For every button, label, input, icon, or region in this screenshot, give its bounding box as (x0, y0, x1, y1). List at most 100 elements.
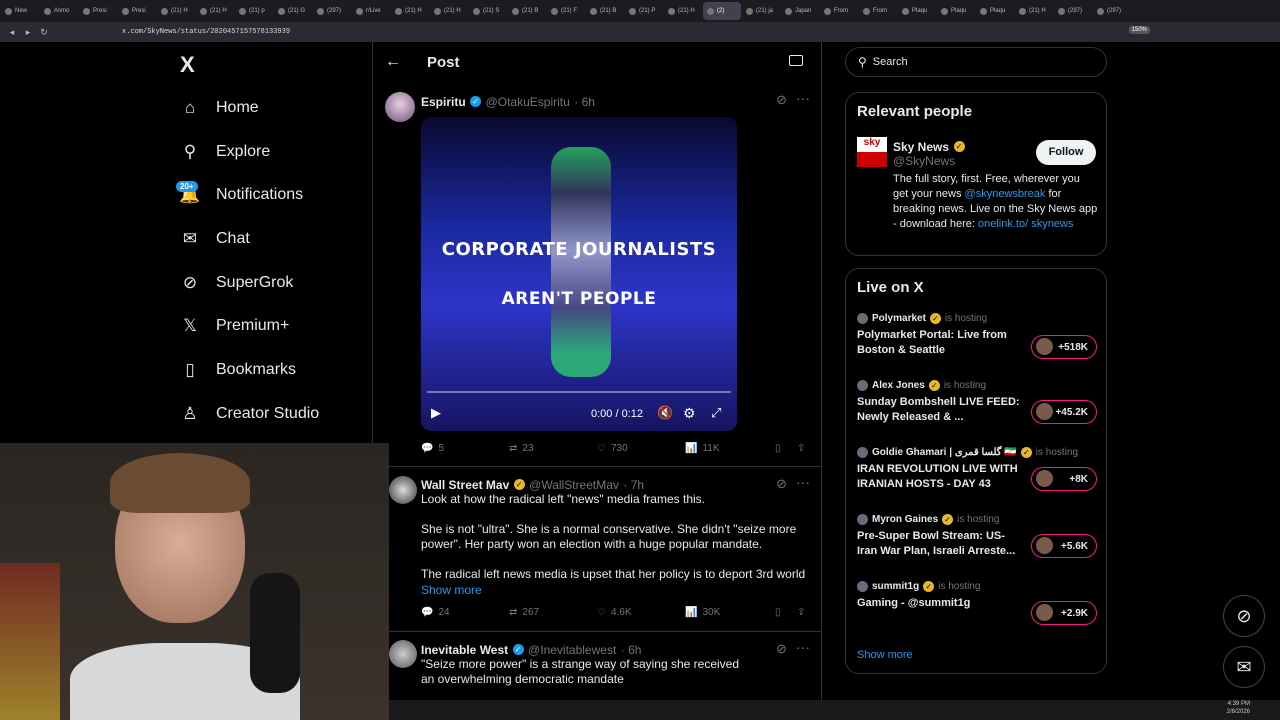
url-field[interactable]: x.com/SkyNews/status/2020457157578133939 (122, 28, 290, 36)
browser-tab[interactable]: (21) F (547, 2, 585, 20)
reload-icon[interactable]: ↻ (36, 24, 52, 40)
browser-tab[interactable]: (21) H (1015, 2, 1053, 20)
like-button[interactable]: ♡ 730 (597, 443, 628, 454)
sidebar-item-home[interactable]: ⌂ Home (180, 92, 259, 124)
sidebar-item-premium-[interactable]: 𝕏 Premium+ (180, 310, 289, 342)
show-more-link[interactable]: Show more (857, 649, 913, 661)
author-handle[interactable]: @OtakuEspiritu (486, 95, 570, 109)
host-name[interactable]: Alex Jones (872, 380, 925, 391)
author-name[interactable]: Inevitable West (421, 643, 508, 657)
zoom-badge[interactable]: 150% (1128, 26, 1150, 34)
browser-tab[interactable]: From (859, 2, 897, 20)
host-name[interactable]: Myron Gaines (872, 514, 938, 525)
browser-tab[interactable]: (21) H (664, 2, 702, 20)
live-item[interactable]: Goldie Ghamari | گلسا قمری 🇮🇷 ✓ is hosting… (857, 447, 1097, 492)
tweet-time[interactable]: · 6h (574, 95, 595, 109)
more-icon[interactable]: ··· (796, 639, 810, 655)
browser-tab[interactable]: r/Live (352, 2, 390, 20)
sidebar-item-explore[interactable]: ⚲ Explore (180, 136, 270, 168)
share-icon[interactable]: ⇪ (797, 443, 805, 454)
more-icon[interactable]: ··· (796, 90, 810, 106)
live-item[interactable]: Alex Jones ✓ is hosting Sunday Bombshell LI… (857, 380, 1097, 425)
forward-nav-icon[interactable]: ▸ (20, 24, 36, 40)
browser-tab[interactable]: (297) (1054, 2, 1092, 20)
bio-url-link[interactable]: onelink.to/ skynews (978, 218, 1073, 230)
browser-tab[interactable]: From (820, 2, 858, 20)
sidebar-item-notifications[interactable]: 🔔 Notifications (179, 179, 303, 211)
settings-icon[interactable]: ⚙ (683, 405, 696, 422)
search-box[interactable]: ⚲ Search (845, 47, 1107, 77)
browser-tab[interactable]: (21) H (430, 2, 468, 20)
browser-tab[interactable]: (21) B (586, 2, 624, 20)
account-handle[interactable]: @SkyNews (893, 154, 955, 168)
messages-fab-icon[interactable]: ✉ (1223, 646, 1265, 688)
listener-count-pill[interactable]: +45.2K (1031, 400, 1097, 424)
like-button[interactable]: ♡ 4.6K (597, 607, 632, 618)
grok-icon[interactable]: ⊘ (776, 641, 787, 657)
browser-tab[interactable]: Presi (118, 2, 156, 20)
x-logo[interactable]: X (180, 52, 195, 78)
browser-tab[interactable]: (21) ja (742, 2, 780, 20)
fullscreen-icon[interactable]: ⤢ (711, 405, 721, 421)
author-handle[interactable]: @WallStreetMav (529, 478, 619, 492)
views-button[interactable]: 📊 30K (685, 607, 720, 618)
show-more-link[interactable]: Show more (421, 583, 482, 597)
sidebar-item-creator-studio[interactable]: ♙ Creator Studio (180, 398, 319, 430)
reply-button[interactable]: 💬 24 (421, 607, 450, 618)
browser-tab[interactable]: (21) H (196, 2, 234, 20)
mute-icon[interactable]: 🔇 (657, 405, 673, 421)
host-name[interactable]: Polymarket (872, 313, 926, 324)
browser-tab[interactable]: (21) S (469, 2, 507, 20)
account-name[interactable]: Sky News (893, 140, 949, 154)
sidebar-item-supergrok[interactable]: ⊘ SuperGrok (180, 267, 294, 299)
browser-tab[interactable]: (21) p (235, 2, 273, 20)
browser-tab[interactable]: Presi (79, 2, 117, 20)
back-nav-icon[interactable]: ◂ (4, 24, 20, 40)
tweet-time[interactable]: · 6h (621, 643, 642, 657)
browser-tab[interactable]: Plaqu (937, 2, 975, 20)
browser-tab[interactable]: Plaqu (898, 2, 936, 20)
browser-tab[interactable]: (21) G (274, 2, 312, 20)
browser-tab[interactable]: (21) P (625, 2, 663, 20)
author-handle[interactable]: @Inevitablewest (528, 643, 616, 657)
grok-fab-icon[interactable]: ⊘ (1223, 595, 1265, 637)
browser-tab[interactable]: New (1, 2, 39, 20)
back-arrow-icon[interactable]: ← (385, 53, 401, 71)
bio-mention-link[interactable]: @skynewsbreak (965, 188, 1046, 200)
repost-button[interactable]: ⇄ 267 (509, 607, 539, 618)
listener-count-pill[interactable]: +518K (1031, 335, 1097, 359)
browser-tab[interactable]: Plaqu (976, 2, 1014, 20)
sidebar-item-bookmarks[interactable]: ▯ Bookmarks (180, 354, 296, 386)
live-item[interactable]: Myron Gaines ✓ is hosting Pre-Super Bowl St… (857, 514, 1097, 559)
author-name[interactable]: Wall Street Mav (421, 478, 509, 492)
listener-count-pill[interactable]: +5.6K (1031, 534, 1097, 558)
browser-tab[interactable]: Japan (781, 2, 819, 20)
browser-tab[interactable]: (21) H (391, 2, 429, 20)
share-icon[interactable]: ⇪ (797, 607, 805, 618)
grok-icon[interactable]: ⊘ (776, 92, 787, 108)
views-button[interactable]: 📊 11K (685, 443, 720, 454)
follow-button[interactable]: Follow (1036, 140, 1096, 165)
tweet-time[interactable]: · 7h (623, 478, 644, 492)
repost-button[interactable]: ⇄ 23 (509, 443, 534, 454)
sidebar-item-chat[interactable]: ✉ Chat (180, 223, 250, 255)
host-name[interactable]: Goldie Ghamari | گلسا قمری 🇮🇷 (872, 447, 1017, 458)
play-icon[interactable]: ▶ (431, 405, 441, 421)
bookmark-icon[interactable]: ▯ (775, 443, 781, 454)
video-progress-track[interactable] (427, 391, 731, 393)
browser-tab[interactable]: (297) (1093, 2, 1131, 20)
more-icon[interactable]: ··· (796, 474, 810, 490)
avatar[interactable] (385, 92, 415, 122)
author-name[interactable]: Espiritu (421, 95, 466, 109)
listener-count-pill[interactable]: +8K (1031, 467, 1097, 491)
host-name[interactable]: summit1g (872, 581, 919, 592)
avatar[interactable] (389, 640, 417, 668)
live-item[interactable]: Polymarket ✓ is hosting Polymarket Portal: … (857, 313, 1097, 359)
grok-icon[interactable]: ⊘ (776, 476, 787, 492)
browser-tab[interactable]: Asmo (40, 2, 78, 20)
browser-tab[interactable]: (21) B (508, 2, 546, 20)
bookmark-icon[interactable]: ▯ (775, 607, 781, 618)
video-player[interactable]: CORPORATE JOURNALISTS AREN'T PEOPLE ▶ 0:… (421, 117, 737, 431)
avatar[interactable] (389, 476, 417, 504)
reply-button[interactable]: 💬 5 (421, 443, 444, 454)
